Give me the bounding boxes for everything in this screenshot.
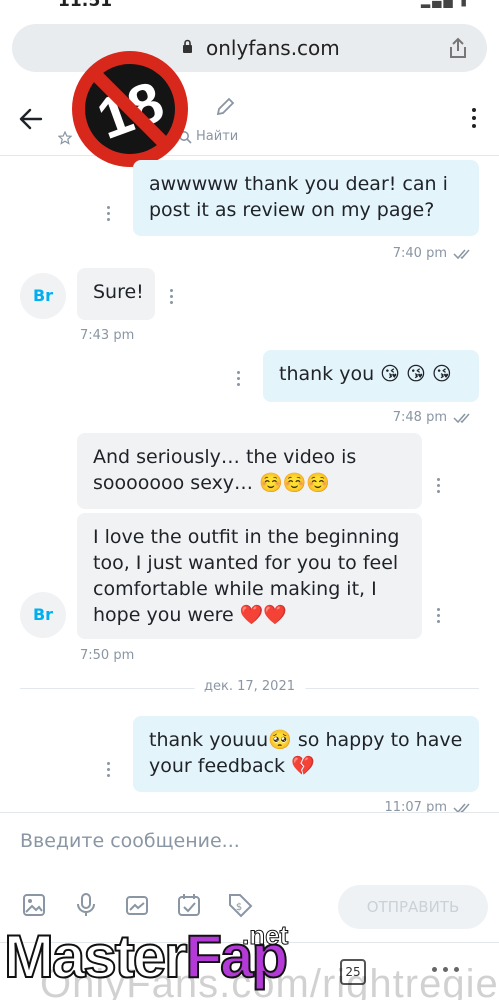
message-bubble-outgoing[interactable]: thank you 😘 😘 😘 [263,350,479,402]
message-options-icon[interactable] [435,478,441,498]
send-button[interactable]: ОТПРАВИТЬ [338,885,488,929]
message-time: 7:43 pm [80,328,135,343]
image-icon[interactable] [20,891,48,919]
avatar[interactable]: Br [20,592,66,638]
status-icons: ▂▄▆ ▮ [420,0,469,8]
message-text: thank youuu🥺 so happy to have your feedb… [149,729,463,777]
message-time: 7:48 pm [392,410,447,425]
message-text: awwwww thank you dear! can i post it as … [149,173,448,221]
message-text: And seriously… the video is sooooooo sex… [93,446,357,494]
message-bubble-incoming[interactable]: I love the outfit in the beginning too, … [77,513,422,639]
message-options-icon[interactable] [168,289,174,309]
watermark-logo: MasterFap .net [3,920,289,992]
microphone-icon[interactable] [72,891,100,919]
share-icon[interactable] [447,36,469,60]
message-text: I love the outfit in the beginning too, … [93,526,400,626]
avatar[interactable]: Br [20,273,66,319]
message-time: 7:50 pm [80,648,135,663]
calendar-check-icon[interactable] [175,891,203,919]
status-bar: 11:51 ▂▄▆ ▮ [0,0,499,14]
message-options-icon[interactable] [435,608,441,628]
message-text: thank you 😘 😘 😘 [279,363,452,385]
message-bubble-incoming[interactable]: And seriously… the video is sooooooo sex… [77,433,422,509]
more-options-icon[interactable] [471,108,477,132]
read-ticks-icon [453,413,470,423]
read-ticks-icon [453,249,470,259]
back-arrow-icon[interactable] [18,106,44,132]
message-bubble-outgoing[interactable]: awwwww thank you dear! can i post it as … [133,160,479,236]
pencil-icon[interactable] [214,96,236,118]
svg-text:$: $ [236,902,242,913]
watermark-logo-left: Master [3,922,188,991]
watermark-logo-suffix: .net [241,920,289,951]
message-text: Sure! [93,281,144,303]
message-input[interactable]: Введите сообщение... [20,830,240,852]
message-options-icon[interactable] [235,371,241,391]
message-meta: 7:40 pm [393,246,475,261]
date-separator: дек. 17, 2021 [20,679,479,694]
message-bubble-outgoing[interactable]: thank youuu🥺 so happy to have your feedb… [133,716,479,792]
message-time: 7:40 pm [392,246,447,261]
date-separator-label: дек. 17, 2021 [194,679,305,694]
message-options-icon[interactable] [105,206,111,226]
message-options-icon[interactable] [105,762,111,782]
status-time: 11:51 [58,0,113,11]
adult-content-badge: 18 [72,51,188,167]
vault-icon[interactable] [123,891,151,919]
message-meta: 7:50 pm [80,648,134,663]
url-text: onlyfans.com [206,36,340,60]
message-meta: 7:48 pm [393,410,475,425]
price-tag-icon[interactable]: $ [226,891,254,919]
message-meta: 7:43 pm [80,328,134,343]
message-bubble-incoming[interactable]: Sure! [77,268,155,320]
